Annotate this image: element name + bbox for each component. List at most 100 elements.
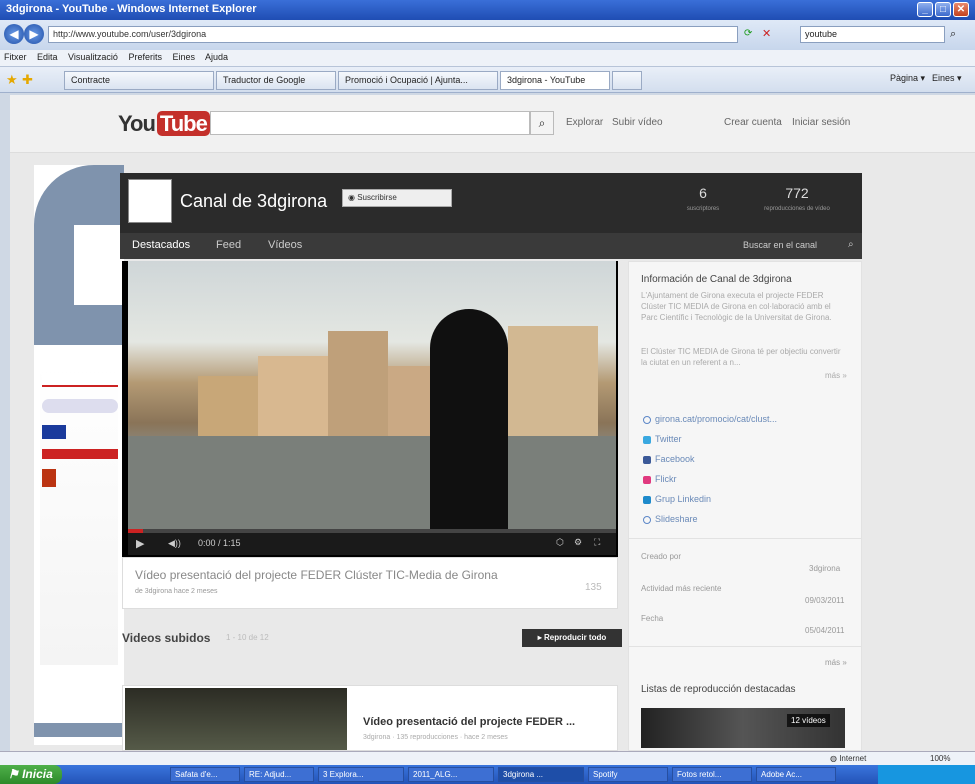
forward-icon[interactable]: ▶ [24, 24, 44, 44]
sign-in-link[interactable]: Iniciar sesión [792, 117, 850, 128]
maximize-icon[interactable]: □ [935, 2, 951, 17]
tab-translator[interactable]: Traductor de Google [216, 71, 336, 90]
more-link[interactable]: más » [825, 370, 847, 381]
menu-favorites[interactable]: Preferits [128, 52, 162, 62]
upload-title[interactable]: Vídeo presentació del projecte FEDER ... [363, 716, 575, 728]
task-adobe[interactable]: Adobe Ac... [756, 767, 836, 782]
task-photos[interactable]: Fotos retol... [672, 767, 752, 782]
windows-taskbar: ⚑ Inicia Safata d'e... RE: Adjud... 3 Ex… [0, 765, 975, 784]
generalitat-logo [42, 449, 118, 459]
views-count: 772 [785, 185, 809, 201]
playlists-title: Listas de reproducción destacadas [641, 684, 796, 695]
tabs-bar: ★ ✚ Contracte Traductor de Google Promoc… [0, 67, 975, 93]
create-account-link[interactable]: Crear cuenta [724, 117, 782, 128]
task-spotify[interactable]: Spotify [588, 767, 668, 782]
volume-icon[interactable]: ◀)) [168, 538, 181, 549]
link-facebook[interactable]: Facebook [643, 454, 695, 464]
task-mail[interactable]: Safata d'e... [170, 767, 240, 782]
playlist-badge: 12 vídeos [787, 714, 830, 727]
channel-avatar[interactable] [128, 179, 172, 223]
system-tray [878, 765, 975, 784]
browser-search-input[interactable]: youtube [800, 26, 945, 43]
task-ie[interactable]: 3dgirona ... [498, 767, 584, 782]
subscribers-count: 6 [699, 185, 707, 201]
menu-file[interactable]: Fitxer [4, 52, 27, 62]
channel-title: Canal de 3dgirona [180, 191, 328, 211]
play-icon[interactable]: ▶ [136, 537, 144, 550]
more-link-2[interactable]: más » [825, 658, 847, 667]
channel-search-input[interactable]: Buscar en el canal [740, 237, 858, 255]
tab-youtube[interactable]: 3dgirona - YouTube [500, 71, 610, 90]
link-flickr[interactable]: Flickr [643, 474, 677, 484]
menu-bar: Fitxer Edita Visualització Preferits Ein… [0, 50, 975, 67]
created-by-value[interactable]: 3dgirona [809, 564, 840, 573]
upload-meta: 3dgirona · 135 reproducciones · hace 2 m… [363, 734, 508, 741]
ajuntament-logo [42, 373, 118, 387]
subscribe-icon: ◉ [348, 193, 358, 202]
youtube-header: You Tube ⌕ Explorar Subir vídeo Crear cue… [10, 95, 975, 153]
link-slideshare[interactable]: Slideshare [643, 514, 698, 524]
link-twitter[interactable]: Twitter [643, 434, 682, 444]
youtube-logo[interactable]: You Tube [118, 111, 210, 137]
refresh-icon[interactable]: ⟳ [744, 28, 752, 39]
minimize-icon[interactable]: _ [917, 2, 933, 17]
tab-featured[interactable]: Destacados [132, 239, 190, 251]
tab-new[interactable] [612, 71, 642, 90]
address-bar: ◀ ▶ http://www.youtube.com/user/3dgirona… [0, 20, 975, 50]
close-icon[interactable]: ✕ [953, 2, 969, 17]
link-website-label: girona.cat/promocio/cat/clust... [655, 414, 778, 424]
tab-contracte[interactable]: Contracte [64, 71, 214, 90]
stop-icon[interactable]: ✕ [762, 27, 771, 40]
views-label: reproducciones de vídeo [764, 206, 830, 212]
uploads-header: Videos subidos 1 - 10 de 12 ▸ Reproducir… [122, 627, 622, 651]
subscribe-button[interactable]: ◉ Suscribirse [342, 189, 452, 207]
youtube-search-input[interactable] [210, 111, 530, 135]
tools-menu[interactable]: Eines ▾ [932, 73, 962, 84]
fullscreen-icon[interactable]: ⛶ [594, 537, 600, 548]
video-title[interactable]: Vídeo presentació del projecte FEDER Clú… [135, 568, 498, 582]
tab-videos[interactable]: Vídeos [268, 239, 302, 251]
back-icon[interactable]: ◀ [4, 24, 24, 44]
quality-icon[interactable]: ⬡ [556, 537, 564, 548]
playlist-thumbnail[interactable]: 12 vídeos [641, 708, 845, 748]
subscribers-label: suscriptores [686, 206, 720, 212]
upload-item[interactable]: Vídeo presentació del projecte FEDER ...… [122, 685, 618, 751]
window-titlebar: 3dgirona - YouTube - Windows Internet Ex… [0, 0, 975, 20]
youtube-search-button[interactable]: ⌕ [530, 111, 554, 135]
video-controls: ▶ ◀)) 0:00 / 1:15 ⬡ ⚙ ⛶ [128, 533, 616, 555]
zoom-level[interactable]: 100% [930, 754, 950, 763]
internet-zone: ◍ Internet [830, 754, 866, 763]
menu-tools[interactable]: Eines [172, 52, 195, 62]
start-button[interactable]: ⚑ Inicia [0, 765, 62, 784]
task-folder[interactable]: 2011_ALG... [408, 767, 494, 782]
video-time: 0:00 / 1:15 [198, 538, 241, 548]
link-linkedin-label: Grup Linkedin [655, 494, 712, 504]
upload-thumbnail[interactable] [125, 688, 347, 750]
link-flickr-label: Flickr [655, 474, 677, 484]
explore-link[interactable]: Explorar [566, 117, 603, 128]
menu-view[interactable]: Visualització [68, 52, 118, 62]
add-favorite-icon[interactable]: ✚ [22, 72, 33, 88]
diputacio-logo [42, 469, 56, 487]
task-re[interactable]: RE: Adjud... [244, 767, 314, 782]
link-website[interactable]: girona.cat/promocio/cat/clust... [643, 414, 777, 424]
search-icon[interactable]: ⌕ [950, 28, 956, 41]
search-icon[interactable]: ⌕ [848, 239, 854, 250]
upload-link[interactable]: Subir vídeo [612, 117, 663, 128]
video-frame [128, 261, 616, 531]
menu-edit[interactable]: Edita [37, 52, 58, 62]
tab-promocio[interactable]: Promoció i Ocupació | Ajunta... [338, 71, 498, 90]
settings-icon[interactable]: ⚙ [574, 537, 582, 548]
favorites-star-icon[interactable]: ★ [6, 72, 18, 88]
play-all-button[interactable]: ▸ Reproducir todo [522, 629, 622, 647]
date-value: 05/04/2011 [805, 626, 845, 635]
tab-feed[interactable]: Feed [216, 239, 241, 251]
page-menu[interactable]: Pàgina ▾ [890, 73, 925, 84]
video-player[interactable]: ▶ ◀)) 0:00 / 1:15 ⬡ ⚙ ⛶ [122, 261, 618, 557]
link-facebook-label: Facebook [655, 454, 695, 464]
url-field[interactable]: http://www.youtube.com/user/3dgirona [48, 26, 738, 43]
link-linkedin[interactable]: Grup Linkedin [643, 494, 711, 504]
info-title: Información de Canal de 3dgirona [641, 274, 792, 285]
menu-help[interactable]: Ajuda [205, 52, 228, 62]
task-explorer[interactable]: 3 Explora... [318, 767, 404, 782]
